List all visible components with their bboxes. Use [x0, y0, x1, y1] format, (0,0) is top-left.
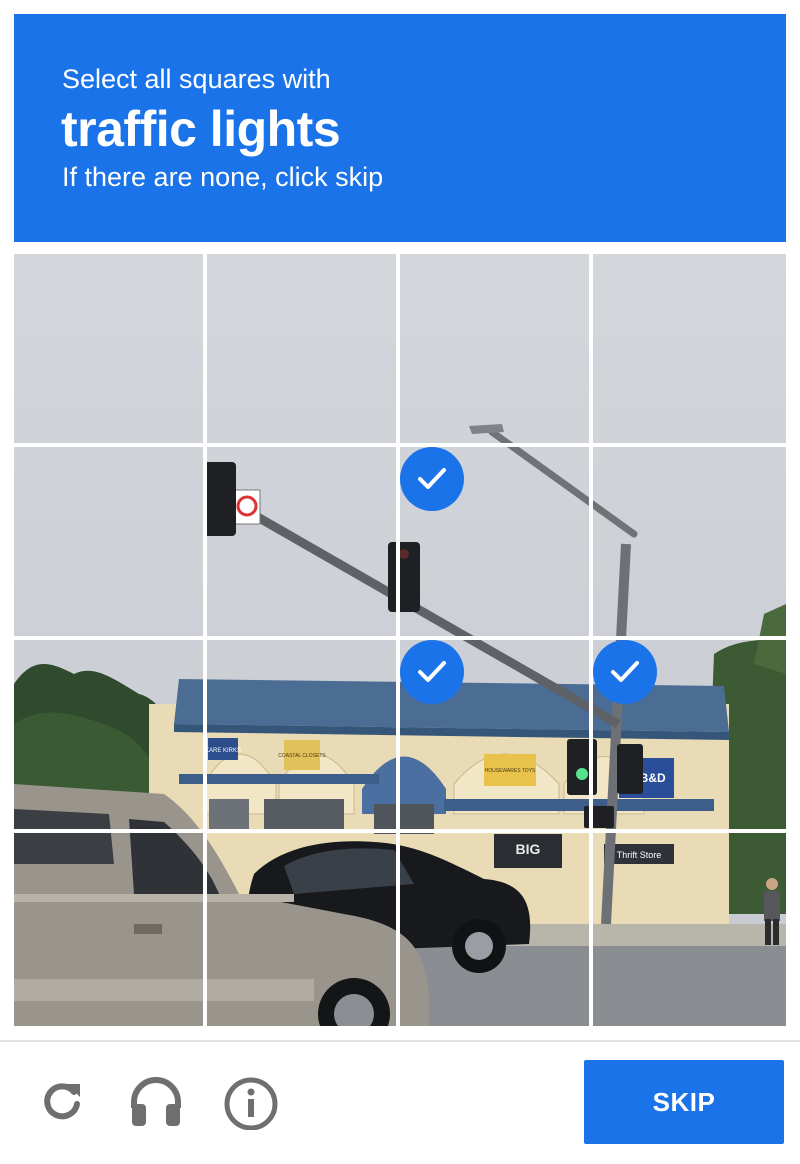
reload-button[interactable]: [34, 1074, 90, 1130]
grid-tile-r3c1[interactable]: [14, 640, 207, 833]
grid-tile-r2c3[interactable]: [400, 447, 593, 640]
skip-hint-text: If there are none, click skip: [62, 162, 384, 192]
grid-tile-r2c2[interactable]: [207, 447, 400, 640]
info-icon: [224, 1077, 278, 1131]
footer-divider: [0, 1040, 800, 1042]
grid-tile-r2c4[interactable]: [593, 447, 786, 640]
image-grid[interactable]: KARE KIRKS COASTAL CLOSETS HOUSEWARES TO…: [14, 254, 786, 1026]
info-button[interactable]: [223, 1074, 279, 1131]
instruction-text: Select all squares with: [62, 64, 331, 94]
target-object-text: traffic lights: [61, 101, 341, 157]
grid-tile-r1c3[interactable]: [400, 254, 593, 447]
challenge-header: Select all squares with traffic lights I…: [14, 14, 786, 242]
grid-tile-r3c4[interactable]: [593, 640, 786, 833]
grid-tile-r4c2[interactable]: [207, 833, 400, 1026]
grid-tile-r1c1[interactable]: [14, 254, 207, 447]
grid-tile-r1c4[interactable]: [593, 254, 786, 447]
grid-tile-r2c1[interactable]: [14, 447, 207, 640]
check-icon: [593, 640, 657, 704]
audio-challenge-button[interactable]: [128, 1074, 184, 1130]
grid-tile-r4c4[interactable]: [593, 833, 786, 1026]
skip-button[interactable]: SKIP: [584, 1060, 784, 1144]
reload-icon: [44, 1083, 80, 1120]
grid-tile-r3c2[interactable]: [207, 640, 400, 833]
check-icon: [400, 640, 464, 704]
check-icon: [400, 447, 464, 511]
grid-tile-r4c1[interactable]: [14, 833, 207, 1026]
grid-tile-r4c3[interactable]: [400, 833, 593, 1026]
grid-tile-r3c3[interactable]: [400, 640, 593, 833]
headphones-icon: [131, 1077, 181, 1126]
grid-tile-r1c2[interactable]: [207, 254, 400, 447]
